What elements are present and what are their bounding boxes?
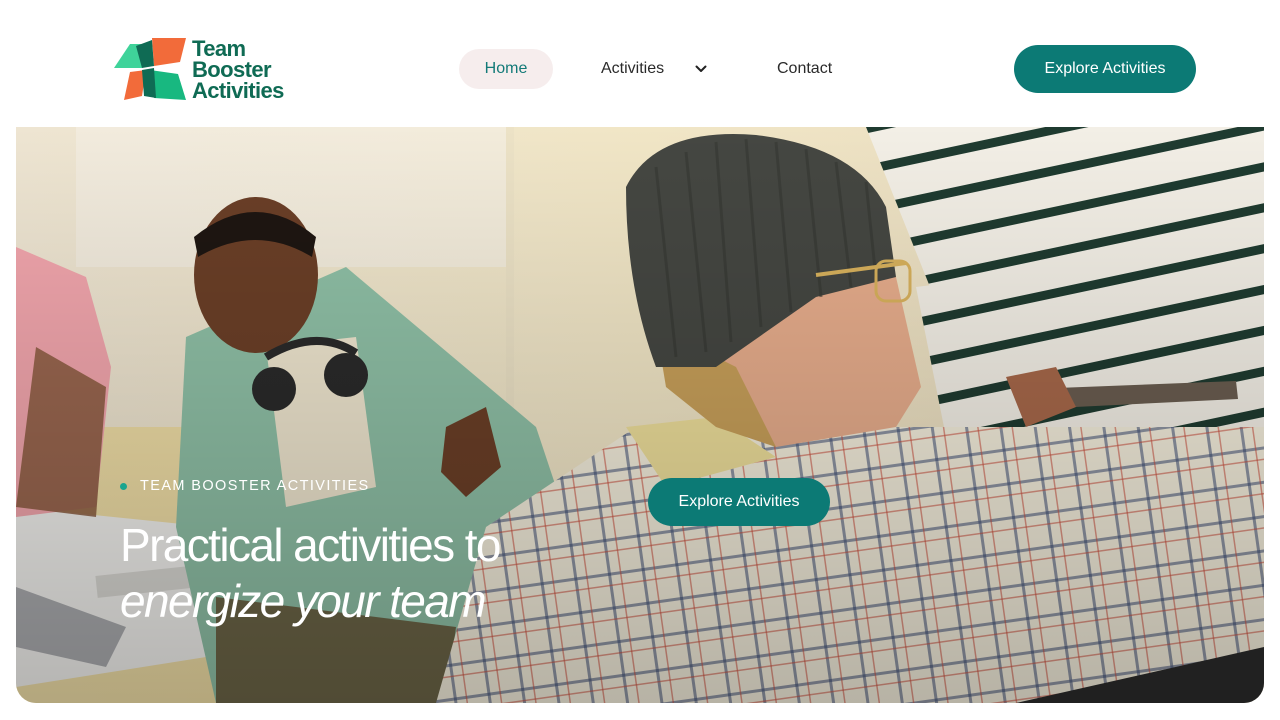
logo-line-3: Activities	[192, 77, 284, 103]
site-header: Team Booster Activities Home Activities …	[0, 0, 1280, 127]
hero-section: TEAM BOOSTER ACTIVITIES Practical activi…	[16, 127, 1264, 703]
explore-activities-button[interactable]: Explore Activities	[1014, 45, 1196, 93]
logo-wordmark: Team Booster Activities	[192, 35, 284, 103]
chevron-down-icon[interactable]	[694, 62, 708, 76]
hero-explore-activities-button[interactable]: Explore Activities	[648, 478, 830, 526]
main-nav: Home Activities Contact	[459, 49, 832, 89]
logo-mark-icon	[114, 38, 186, 100]
logo-line-2: Booster	[192, 56, 272, 82]
logo[interactable]: Team Booster Activities	[112, 36, 284, 102]
nav-item-activities-label: Activities	[601, 60, 665, 77]
nav-item-home[interactable]: Home	[459, 49, 553, 89]
eyebrow-dot-icon	[120, 482, 127, 490]
hero-eyebrow: TEAM BOOSTER ACTIVITIES	[120, 478, 370, 494]
logo-line-1: Team	[192, 35, 246, 61]
hero-title-line-1: Practical activities to	[120, 519, 502, 571]
nav-item-contact[interactable]: Contact	[777, 49, 832, 89]
hero-title: Practical activities to energize your te…	[120, 517, 502, 629]
hero-title-line-2: energize your team	[120, 575, 487, 627]
nav-item-activities[interactable]: Activities	[601, 49, 729, 89]
hero-eyebrow-text: TEAM BOOSTER ACTIVITIES	[140, 478, 370, 494]
